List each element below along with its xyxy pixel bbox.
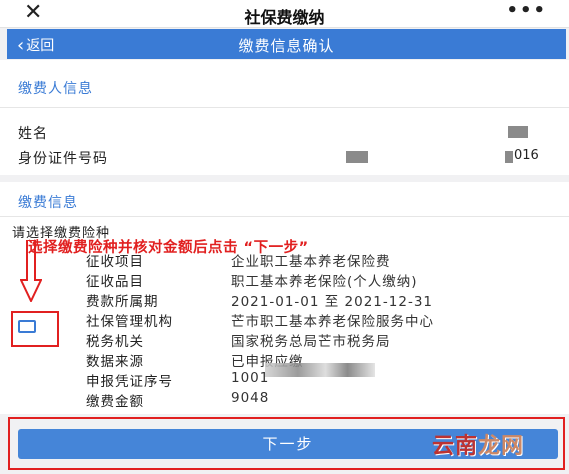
detail-label: 征收品目 — [86, 274, 144, 290]
detail-value: 职工基本养老保险(个人缴纳) — [231, 274, 418, 290]
detail-value: 企业职工基本养老保险费 — [231, 254, 391, 270]
detail-label: 社保管理机构 — [86, 314, 173, 330]
detail-value: 9048 — [231, 390, 270, 406]
payer-section-title: 缴费人信息 — [18, 81, 93, 97]
more-icon[interactable]: ••• — [506, 0, 547, 21]
detail-value: 1001 — [231, 370, 270, 386]
app-title: 社保费缴纳 — [244, 8, 325, 27]
id-label: 身份证件号码 — [18, 151, 108, 167]
detail-label: 费款所属期 — [86, 294, 159, 310]
name-label: 姓名 — [18, 126, 48, 142]
id-value-redacted-2 — [505, 151, 513, 163]
divider — [0, 107, 569, 108]
payment-section-title: 缴费信息 — [18, 195, 78, 211]
watermark-part1: 云南 — [432, 434, 479, 459]
payer-info-card: 缴费人信息 姓名 身份证件号码 016 — [0, 60, 569, 175]
page-title: 缴费信息确认 — [238, 37, 335, 55]
detail-label: 数据来源 — [86, 354, 144, 370]
detail-value: 2021-01-01 至 2021-12-31 — [231, 294, 433, 310]
detail-label: 缴费金额 — [86, 394, 144, 410]
nav-bar: ‹ 返回 缴费信息确认 — [7, 29, 566, 59]
voucher-redacted — [265, 363, 375, 377]
app-top-bar: ✕ 社保费缴纳 ••• — [0, 0, 569, 28]
watermark-part2: 龙网 — [478, 434, 525, 459]
detail-value: 国家税务总局芒市税务局 — [231, 334, 391, 350]
divider — [0, 216, 569, 217]
arrow-down-icon — [20, 240, 42, 302]
detail-value: 芒市职工基本养老保险服务中心 — [231, 314, 434, 330]
watermark-logo: 云南龙网 — [432, 428, 524, 460]
detail-label: 征收项目 — [86, 254, 144, 270]
id-value-redacted — [346, 151, 368, 163]
detail-label: 税务机关 — [86, 334, 144, 350]
detail-label: 申报凭证序号 — [86, 374, 173, 390]
insurance-checkbox[interactable] — [18, 320, 36, 333]
name-value-redacted — [508, 126, 528, 138]
id-value-tail: 016 — [514, 148, 539, 163]
